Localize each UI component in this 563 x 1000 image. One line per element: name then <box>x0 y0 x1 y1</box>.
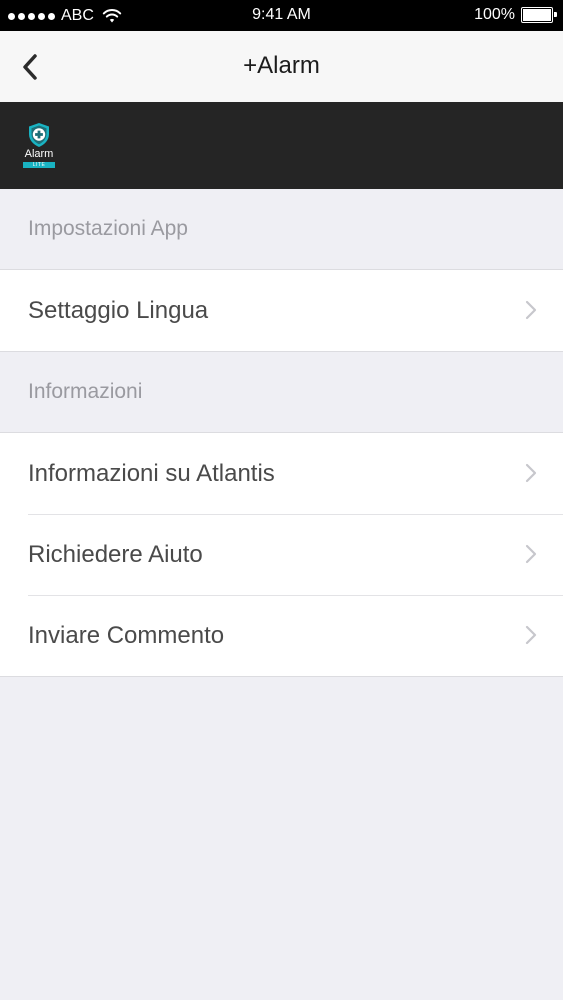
shield-plus-icon <box>29 123 49 147</box>
logo-text: Alarm <box>24 148 54 160</box>
row-label: Informazioni su Atlantis <box>28 459 275 487</box>
battery-percent: 100% <box>474 6 515 23</box>
logo-tag: LITE <box>23 162 55 168</box>
app-logo: Alarm LITE <box>22 122 56 170</box>
chevron-right-icon <box>525 300 537 320</box>
chevron-right-icon <box>525 544 537 564</box>
battery-fill <box>523 9 551 21</box>
info-group: Informazioni su Atlantis Richiedere Aiut… <box>0 432 563 677</box>
settings-group: Settaggio Lingua <box>0 269 563 352</box>
row-about-atlantis[interactable]: Informazioni su Atlantis <box>0 433 563 514</box>
row-label: Inviare Commento <box>28 621 225 649</box>
nav-bar: +Alarm <box>0 31 563 102</box>
status-bar: ABC 9:41 AM 100% <box>0 0 563 31</box>
chevron-right-icon <box>525 625 537 645</box>
section-header-info: Informazioni <box>28 380 143 403</box>
brand-banner: Alarm LITE <box>0 102 563 189</box>
row-language-setting[interactable]: Settaggio Lingua <box>0 270 563 351</box>
row-send-feedback[interactable]: Inviare Commento <box>0 595 563 676</box>
row-request-help[interactable]: Richiedere Aiuto <box>0 514 563 595</box>
page-title: +Alarm <box>243 52 320 79</box>
chevron-right-icon <box>525 463 537 483</box>
row-label: Settaggio Lingua <box>28 296 209 324</box>
row-label: Richiedere Aiuto <box>28 540 203 568</box>
battery-icon <box>521 7 557 23</box>
section-header-app-settings: Impostazioni App <box>28 217 188 240</box>
status-right: 100% <box>474 6 557 24</box>
